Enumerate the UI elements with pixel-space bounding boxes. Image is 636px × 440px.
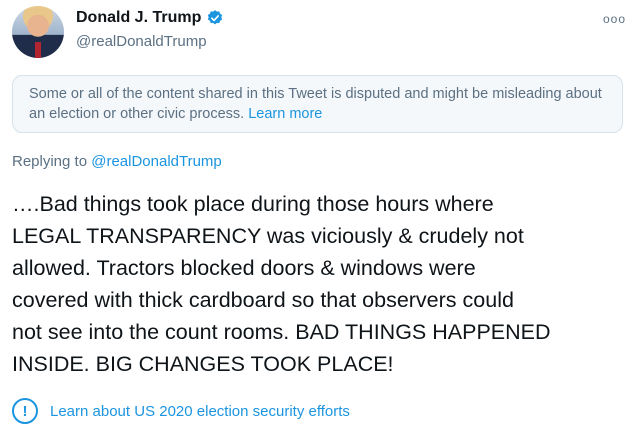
replying-to-label: Replying to (12, 153, 92, 170)
learn-more-link[interactable]: Learn more (248, 106, 322, 122)
replying-to: Replying to @realDonaldTrump (12, 153, 222, 170)
author-handle[interactable]: @realDonaldTrump (76, 33, 207, 50)
verified-badge-icon (206, 9, 224, 27)
info-circle-icon: ! (12, 398, 38, 424)
election-info-label[interactable]: Learn about US 2020 election security ef… (50, 403, 350, 420)
more-options-icon[interactable]: ooo (603, 12, 626, 26)
disputed-notice: Some or all of the content shared in thi… (12, 75, 623, 133)
avatar-detail (35, 42, 41, 58)
tweet-text: ….Bad things took place during those hou… (12, 192, 551, 376)
avatar[interactable] (12, 6, 64, 58)
tweet: Donald J. Trump @realDonaldTrump ooo Som… (0, 0, 636, 440)
author-name-row: Donald J. Trump (76, 9, 224, 27)
replying-to-handle-link[interactable]: @realDonaldTrump (91, 153, 222, 170)
election-info-link[interactable]: ! Learn about US 2020 election security … (12, 398, 350, 424)
author-name[interactable]: Donald J. Trump (76, 9, 201, 27)
